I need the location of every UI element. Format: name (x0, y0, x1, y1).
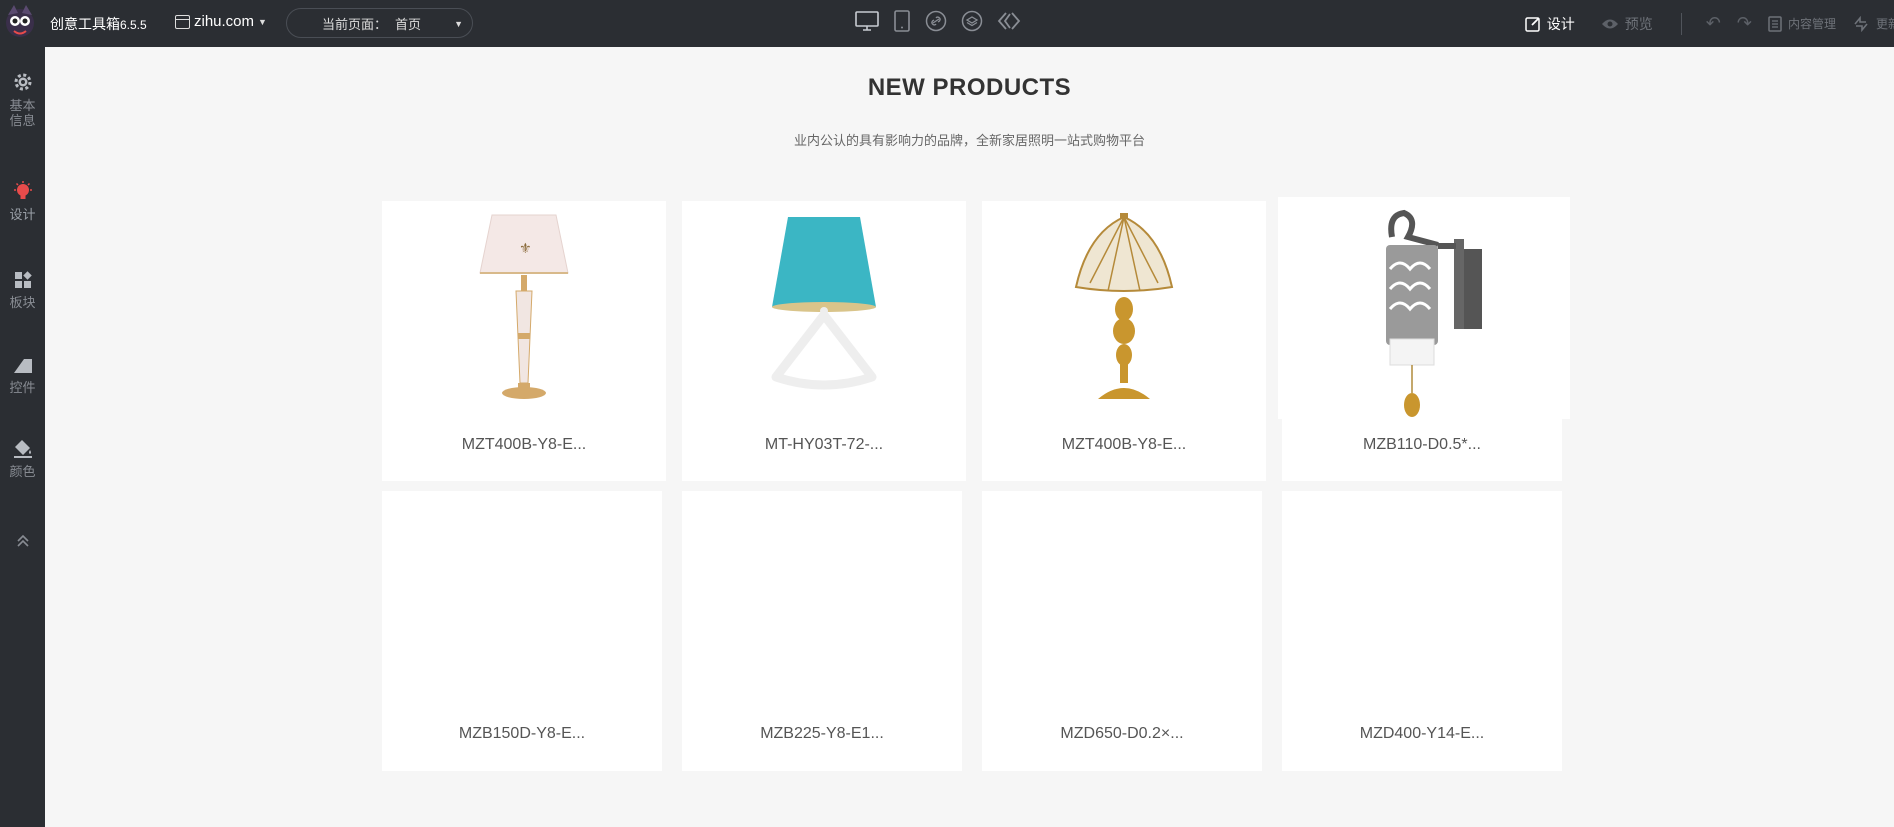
table-lamp-image: ⚜ (479, 214, 569, 399)
domain-label: zihu.com (194, 13, 255, 30)
eye-icon (1601, 19, 1618, 28)
toolbar-divider (1680, 12, 1682, 35)
product-name[interactable]: MZB225-Y8-E1... (682, 725, 962, 743)
right-toolbar: 设计 预览 ↶ ↷ 内容管理 更新 (1525, 0, 1894, 47)
gear-icon (14, 73, 31, 91)
sync-icon (1854, 15, 1868, 32)
sidebar-collapse-button[interactable] (0, 533, 45, 554)
bulb-icon (13, 181, 32, 199)
product-name[interactable]: MZT400B-Y8-E... (982, 436, 1266, 454)
paint-bucket-icon (13, 440, 32, 458)
undo-icon[interactable]: ↶ (1706, 13, 1721, 34)
update-button[interactable]: 更新 (1852, 15, 1894, 32)
current-page-value: 首页 (395, 16, 422, 32)
svg-text:⚜: ⚜ (519, 240, 532, 256)
blocks-icon (14, 271, 32, 288)
sidebar-item-label: 颜色 (9, 464, 36, 479)
design-label: 设计 (1546, 15, 1575, 32)
content-management-button[interactable]: 内容管理 (1768, 15, 1836, 32)
edit-icon (1525, 16, 1540, 32)
design-button[interactable]: 设计 (1525, 14, 1575, 34)
document-icon (1768, 15, 1782, 32)
preview-label: 预览 (1624, 15, 1653, 32)
sidebar-item-label: 设计 (9, 207, 36, 222)
current-page-select[interactable]: 当前页面： 首页 ▼ (286, 8, 473, 38)
current-page-label: 当前页面： (322, 16, 388, 32)
caret-down-icon: ▼ (454, 19, 463, 29)
product-name[interactable]: MZB150D-Y8-E... (382, 725, 662, 743)
product-name[interactable]: MZB110-D0.5*... (1282, 436, 1562, 454)
app-logo[interactable] (4, 3, 36, 41)
product-card[interactable]: MZB225-Y8-E1... (682, 491, 962, 771)
layers-icon[interactable] (961, 10, 983, 32)
product-name[interactable]: MZT400B-Y8-E... (382, 436, 666, 454)
domain-switcher[interactable]: zihu.com ▼ (175, 13, 267, 30)
sidebar-item-blocks[interactable]: 板块 (0, 270, 45, 310)
product-card[interactable]: MZD400-Y14-E... (1282, 491, 1562, 771)
sidebar-item-label: 基本信息 (9, 98, 36, 128)
product-card[interactable]: MZT400B-Y8-E... (982, 201, 1266, 481)
product-name[interactable]: MT-HY03T-72-... (682, 436, 966, 454)
sidebar-item-label: 控件 (9, 380, 36, 395)
sidebar-item-design[interactable]: 设计 (0, 180, 45, 222)
tablet-icon[interactable] (893, 10, 911, 32)
preview-button[interactable]: 预览 (1601, 14, 1653, 34)
product-card[interactable]: MZB150D-Y8-E... (382, 491, 662, 771)
link-icon[interactable] (925, 10, 947, 32)
product-name[interactable]: MZD400-Y14-E... (1282, 725, 1562, 743)
rocking-lamp-image (771, 217, 877, 390)
left-sidebar: 基本信息 设计 板块 控件 颜色 (0, 47, 45, 827)
sidebar-item-label: 板块 (9, 295, 36, 310)
design-canvas[interactable]: NEW PRODUCTS 业内公认的具有影响力的品牌，全新家居照明一站式购物平台… (45, 47, 1894, 827)
product-card[interactable]: MT-HY03T-72-... (682, 201, 966, 481)
content-mgmt-label: 内容管理 (1787, 17, 1836, 31)
caret-down-icon: ▼ (258, 16, 267, 27)
section-title: NEW PRODUCTS (867, 74, 1072, 101)
sidebar-item-widgets[interactable]: 控件 (0, 355, 45, 395)
tiffany-lamp-image (1074, 213, 1174, 399)
redo-icon[interactable]: ↷ (1737, 13, 1752, 34)
section-subtitle: 业内公认的具有影响力的品牌，全新家居照明一站式购物平台 (793, 133, 1145, 148)
top-toolbar: 创意工具箱6.5.5 zihu.com ▼ 当前页面： 首页 ▼ 设计 预览 ↶… (0, 0, 1894, 47)
widget-icon (13, 359, 32, 373)
double-chevron-up-icon (16, 534, 29, 547)
product-name[interactable]: MZD650-D0.2×... (982, 725, 1262, 743)
product-card[interactable]: ⚜ MZT400B-Y8-E... (382, 201, 666, 481)
code-icon[interactable] (997, 10, 1021, 32)
desktop-icon[interactable] (855, 10, 879, 32)
app-version: 6.5.5 (120, 18, 147, 32)
product-card[interactable]: MZB110-D0.5*... (1278, 197, 1570, 481)
wall-lamp-image (1386, 209, 1482, 417)
update-label: 更新 (1875, 17, 1894, 31)
browser-window-icon (175, 14, 190, 29)
device-switcher (855, 10, 1021, 32)
sidebar-item-colors[interactable]: 颜色 (0, 437, 45, 479)
app-name: 创意工具箱 (50, 16, 120, 32)
app-title: 创意工具箱6.5.5 (50, 14, 147, 34)
product-card[interactable]: MZD650-D0.2×... (982, 491, 1262, 771)
sidebar-item-basic-info[interactable]: 基本信息 (0, 71, 45, 128)
